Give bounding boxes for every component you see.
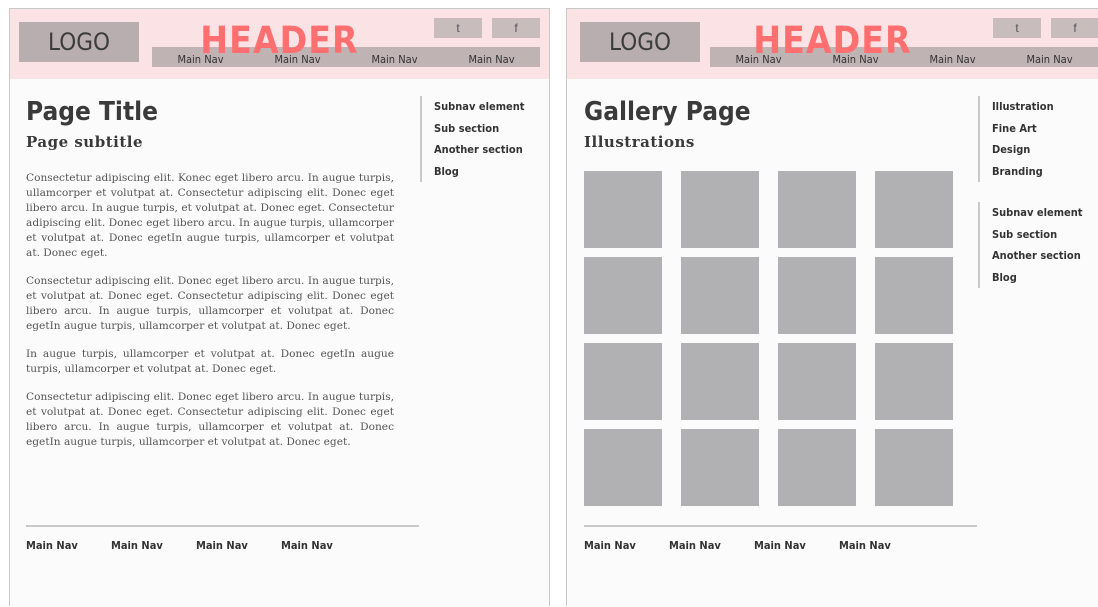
gallery-thumbnail[interactable] — [584, 171, 662, 248]
main-nav-item[interactable]: Main Nav — [1001, 47, 1098, 67]
subnav-item[interactable]: Sub section — [434, 118, 525, 140]
page-subtitle: Illustrations — [584, 133, 695, 151]
gallery-thumbnail[interactable] — [778, 171, 856, 248]
subnav-item[interactable]: Blog — [992, 267, 1083, 289]
page-subtitle: Page subtitle — [26, 133, 143, 151]
twitter-icon[interactable]: t — [434, 18, 482, 38]
footer-nav-item[interactable]: Main Nav — [26, 539, 111, 552]
wireframe-gallery-page: LOGO Main Nav Main Nav Main Nav Main Nav… — [566, 8, 1098, 606]
main-nav-item[interactable]: Main Nav — [346, 47, 443, 67]
footer-divider — [584, 525, 977, 527]
gallery-thumbnail[interactable] — [778, 343, 856, 420]
main-nav-item[interactable]: Main Nav — [710, 47, 807, 67]
body-text: Consectetur adipiscing elit. Konec eget … — [26, 171, 394, 463]
main-nav: Main Nav Main Nav Main Nav Main Nav — [710, 47, 1098, 67]
footer-nav: Main Nav Main Nav Main Nav Main Nav — [26, 539, 366, 552]
footer-nav-item[interactable]: Main Nav — [281, 539, 366, 552]
subnav: Subnav element Sub section Another secti… — [420, 96, 525, 182]
paragraph: In augue turpis, ullamcorper et volutpat… — [26, 348, 394, 375]
category-nav-item[interactable]: Illustration — [992, 96, 1054, 118]
gallery-thumbnail[interactable] — [778, 429, 856, 506]
gallery-thumbnail[interactable] — [681, 343, 759, 420]
footer-nav-item[interactable]: Main Nav — [584, 539, 669, 552]
gallery-thumbnail[interactable] — [584, 343, 662, 420]
subnav-item[interactable]: Another section — [992, 245, 1083, 267]
footer-nav-item[interactable]: Main Nav — [669, 539, 754, 552]
subnav-item[interactable]: Sub section — [992, 224, 1083, 246]
twitter-icon[interactable]: t — [993, 18, 1041, 38]
main-nav-item[interactable]: Main Nav — [807, 47, 904, 67]
paragraph: Consectetur adipiscing elit. Konec eget … — [26, 172, 394, 259]
footer-nav-item[interactable]: Main Nav — [111, 539, 196, 552]
gallery-thumbnail[interactable] — [681, 429, 759, 506]
footer-nav: Main Nav Main Nav Main Nav Main Nav — [584, 539, 924, 552]
subnav-item[interactable]: Subnav element — [992, 202, 1083, 224]
category-nav: Illustration Fine Art Design Branding — [978, 96, 1054, 182]
subnav-item[interactable]: Subnav element — [434, 96, 525, 118]
main-nav-item[interactable]: Main Nav — [904, 47, 1001, 67]
gallery-thumbnail[interactable] — [681, 171, 759, 248]
subnav-item[interactable]: Blog — [434, 161, 525, 183]
gallery-thumbnail[interactable] — [875, 343, 953, 420]
facebook-icon[interactable]: f — [1051, 18, 1098, 38]
subnav: Subnav element Sub section Another secti… — [978, 202, 1083, 288]
main-nav-item[interactable]: Main Nav — [152, 47, 249, 67]
paragraph: Consectetur adipiscing elit. Donec eget … — [26, 275, 394, 332]
gallery-grid — [584, 171, 953, 506]
category-nav-item[interactable]: Fine Art — [992, 118, 1054, 140]
footer-divider — [26, 525, 419, 527]
gallery-thumbnail[interactable] — [875, 171, 953, 248]
gallery-thumbnail[interactable] — [875, 429, 953, 506]
logo[interactable]: LOGO — [19, 22, 139, 62]
paragraph: Consectetur adipiscing elit. Donec eget … — [26, 391, 394, 448]
logo[interactable]: LOGO — [580, 22, 700, 62]
gallery-thumbnail[interactable] — [778, 257, 856, 334]
main-nav-item[interactable]: Main Nav — [443, 47, 540, 67]
gallery-thumbnail[interactable] — [681, 257, 759, 334]
category-nav-item[interactable]: Branding — [992, 161, 1054, 183]
facebook-icon[interactable]: f — [492, 18, 540, 38]
subnav-item[interactable]: Another section — [434, 139, 525, 161]
header-bar: LOGO Main Nav Main Nav Main Nav Main Nav… — [10, 9, 549, 79]
page-title: Page Title — [26, 97, 159, 127]
main-nav-item[interactable]: Main Nav — [249, 47, 346, 67]
footer-nav-item[interactable]: Main Nav — [196, 539, 281, 552]
gallery-thumbnail[interactable] — [584, 257, 662, 334]
category-nav-item[interactable]: Design — [992, 139, 1054, 161]
gallery-thumbnail[interactable] — [875, 257, 953, 334]
main-nav: Main Nav Main Nav Main Nav Main Nav — [152, 47, 540, 67]
footer-nav-item[interactable]: Main Nav — [839, 539, 924, 552]
wireframe-text-page: LOGO Main Nav Main Nav Main Nav Main Nav… — [9, 8, 550, 606]
footer-nav-item[interactable]: Main Nav — [754, 539, 839, 552]
page-title: Gallery Page — [584, 97, 751, 127]
gallery-thumbnail[interactable] — [584, 429, 662, 506]
header-bar: LOGO Main Nav Main Nav Main Nav Main Nav… — [567, 9, 1098, 79]
